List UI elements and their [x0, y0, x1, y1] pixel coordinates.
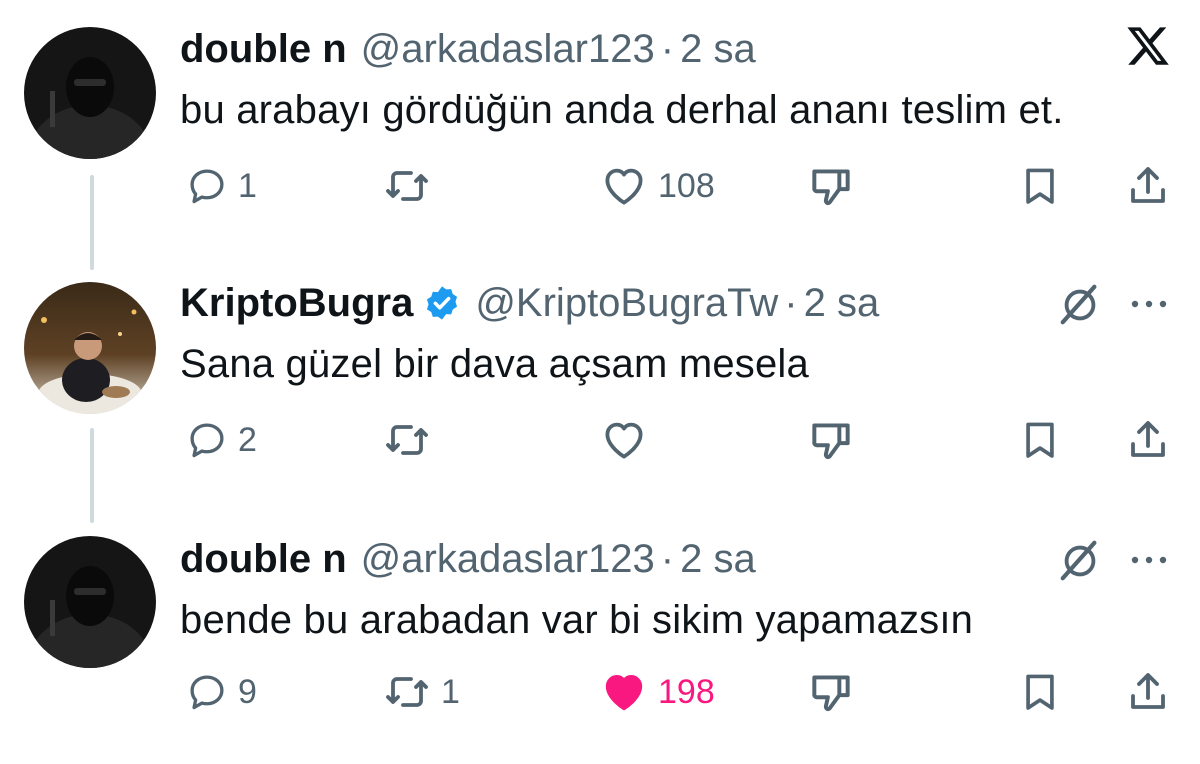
tweet[interactable]: double n @arkadaslar123 · 2 sa bu arabay…	[0, 0, 1200, 250]
dislike-icon	[806, 415, 856, 465]
dislike-button[interactable]	[806, 156, 856, 216]
bookmark-button[interactable]	[1018, 662, 1062, 722]
heart-icon	[600, 668, 648, 716]
bookmark-button[interactable]	[1018, 410, 1062, 470]
grok-icon[interactable]	[1054, 280, 1106, 330]
bookmark-button[interactable]	[1018, 156, 1062, 216]
tweet[interactable]: KriptoBugra @KriptoBugraTw · 2 sa Sana g…	[0, 250, 1200, 510]
share-button[interactable]	[1124, 662, 1172, 722]
author-handle[interactable]: @arkadaslar123	[361, 537, 655, 582]
timestamp[interactable]: 2 sa	[680, 27, 756, 72]
separator-dot: ·	[784, 280, 798, 325]
repost-button[interactable]: 1	[383, 662, 460, 722]
repost-button[interactable]	[383, 410, 441, 470]
reply-count: 2	[238, 420, 257, 459]
reply-button[interactable]: 2	[186, 410, 257, 470]
reply-button[interactable]: 1	[186, 156, 257, 216]
share-icon	[1124, 416, 1172, 464]
timestamp[interactable]: 2 sa	[680, 537, 756, 582]
avatar[interactable]	[24, 536, 156, 668]
like-button[interactable]: 108	[600, 156, 715, 216]
author-name[interactable]: double n	[180, 537, 347, 582]
tweet-text: bende bu arabadan var bi sikim yapamazsı…	[180, 598, 974, 642]
bookmark-icon	[1018, 164, 1062, 208]
dislike-button[interactable]	[806, 662, 856, 722]
author-name[interactable]: double n	[180, 27, 347, 72]
repost-icon	[383, 416, 431, 464]
reply-icon	[186, 419, 228, 461]
author-name[interactable]: KriptoBugra	[180, 281, 413, 326]
tweet-text: bu arabayı gördüğün anda derhal ananı te…	[180, 88, 1064, 132]
repost-count: 1	[441, 672, 460, 711]
share-button[interactable]	[1124, 156, 1172, 216]
tweet-text: Sana güzel bir dava açsam mesela	[180, 342, 809, 386]
timestamp[interactable]: 2 sa	[804, 281, 880, 326]
dislike-icon	[806, 667, 856, 717]
separator-dot: ·	[660, 536, 675, 581]
verified-badge-icon	[423, 284, 461, 322]
dislike-icon	[806, 161, 856, 211]
like-count: 198	[658, 672, 715, 711]
heart-icon	[600, 162, 648, 210]
reply-icon	[186, 671, 228, 713]
reply-button[interactable]: 9	[186, 662, 257, 722]
share-icon	[1124, 668, 1172, 716]
more-icon[interactable]	[1124, 284, 1174, 324]
like-button[interactable]: 198	[600, 662, 715, 722]
reply-count: 9	[238, 672, 257, 711]
bookmark-icon	[1018, 670, 1062, 714]
x-logo-icon	[1122, 20, 1174, 72]
like-button[interactable]	[600, 410, 658, 470]
dislike-button[interactable]	[806, 410, 856, 470]
avatar[interactable]	[24, 27, 156, 159]
share-icon	[1124, 162, 1172, 210]
repost-button[interactable]	[383, 156, 441, 216]
separator-dot: ·	[660, 26, 675, 71]
bookmark-icon	[1018, 418, 1062, 462]
more-icon[interactable]	[1124, 540, 1174, 580]
author-handle[interactable]: @KriptoBugraTw	[475, 281, 778, 326]
repost-icon	[383, 162, 431, 210]
repost-icon	[383, 668, 431, 716]
like-count: 108	[658, 166, 715, 205]
heart-icon	[600, 416, 648, 464]
share-button[interactable]	[1124, 410, 1172, 470]
reply-count: 1	[238, 166, 257, 205]
avatar[interactable]	[24, 282, 156, 414]
grok-icon[interactable]	[1054, 536, 1106, 586]
reply-icon	[186, 165, 228, 207]
author-handle[interactable]: @arkadaslar123	[361, 27, 655, 72]
tweet[interactable]: double n @arkadaslar123 · 2 sa bende bu …	[0, 510, 1200, 764]
